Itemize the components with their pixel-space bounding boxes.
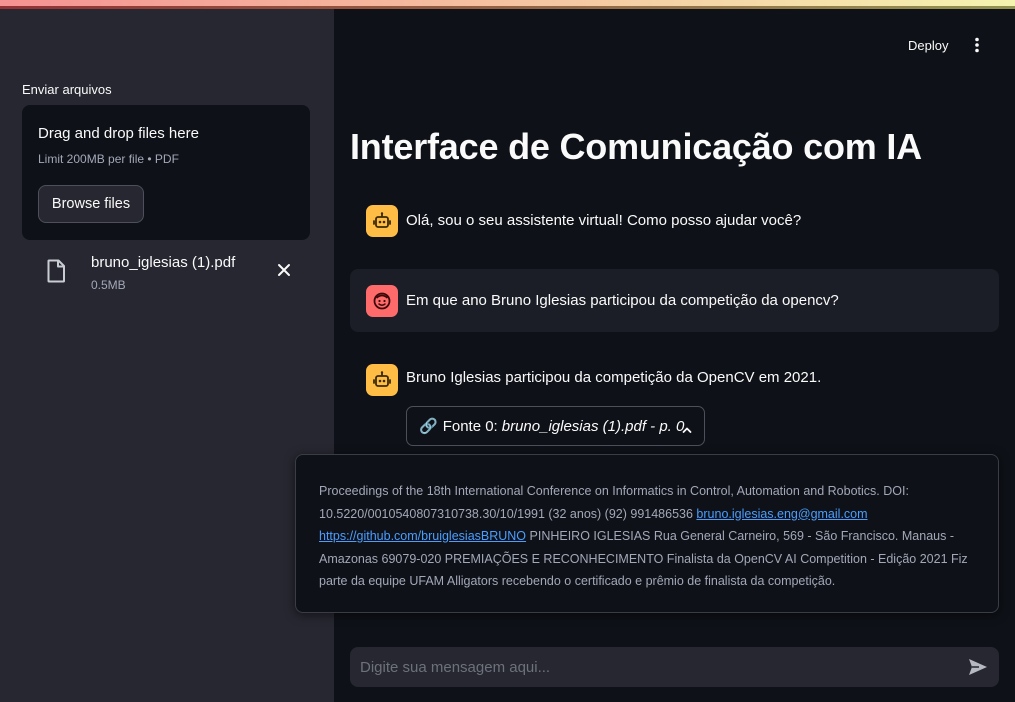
source-expander-button[interactable]: 🔗 Fonte 0: bruno_iglesias (1).pdf - p. 0 [406, 406, 705, 446]
email-link[interactable]: bruno.iglesias.eng@gmail.com [696, 507, 867, 521]
more-vertical-icon[interactable] [965, 32, 989, 58]
app-decoration-bar [0, 0, 1015, 9]
link-icon: 🔗 [419, 418, 438, 435]
chat-message-assistant: Olá, sou o seu assistente virtual! Como … [350, 204, 999, 238]
uploaded-file-item: bruno_iglesias (1).pdf 0.5MB [22, 250, 310, 300]
bot-avatar-icon [366, 364, 398, 396]
message-text: Em que ano Bruno Iglesias participou da … [406, 292, 839, 309]
page-title: Interface de Comunicação com IA [350, 126, 922, 167]
file-icon [46, 259, 66, 283]
source-content: Proceedings of the 18th International Co… [319, 480, 979, 593]
file-size: 0.5MB [91, 278, 126, 292]
file-dropzone[interactable]: Drag and drop files here Limit 200MB per… [22, 105, 310, 240]
browse-files-button[interactable]: Browse files [38, 185, 144, 223]
dropzone-title: Drag and drop files here [38, 125, 199, 142]
source-popover: Proceedings of the 18th International Co… [295, 454, 999, 613]
file-name: bruno_iglesias (1).pdf [91, 254, 236, 271]
chevron-up-icon [682, 421, 692, 438]
message-text: Olá, sou o seu assistente virtual! Como … [406, 212, 802, 229]
message-text: Bruno Iglesias participou da competição … [406, 369, 822, 386]
uploader-label: Enviar arquivos [22, 82, 112, 97]
deploy-button[interactable]: Deploy [898, 32, 958, 58]
source-file: bruno_iglesias (1).pdf - p. 0 [501, 417, 685, 435]
chat-message-assistant: Bruno Iglesias participou da competição … [350, 362, 999, 396]
chat-input-container [350, 647, 999, 687]
dropzone-subtitle: Limit 200MB per file • PDF [38, 152, 179, 166]
github-link[interactable]: https://github.com/bruiglesiasBRUNO [319, 529, 526, 543]
user-avatar-icon [366, 285, 398, 317]
close-icon[interactable] [274, 260, 294, 280]
chat-input[interactable] [350, 647, 950, 687]
bot-avatar-icon [366, 205, 398, 237]
send-icon[interactable] [967, 656, 989, 678]
chat-message-user: Em que ano Bruno Iglesias participou da … [350, 269, 999, 332]
source-prefix: Fonte 0: [442, 417, 498, 435]
